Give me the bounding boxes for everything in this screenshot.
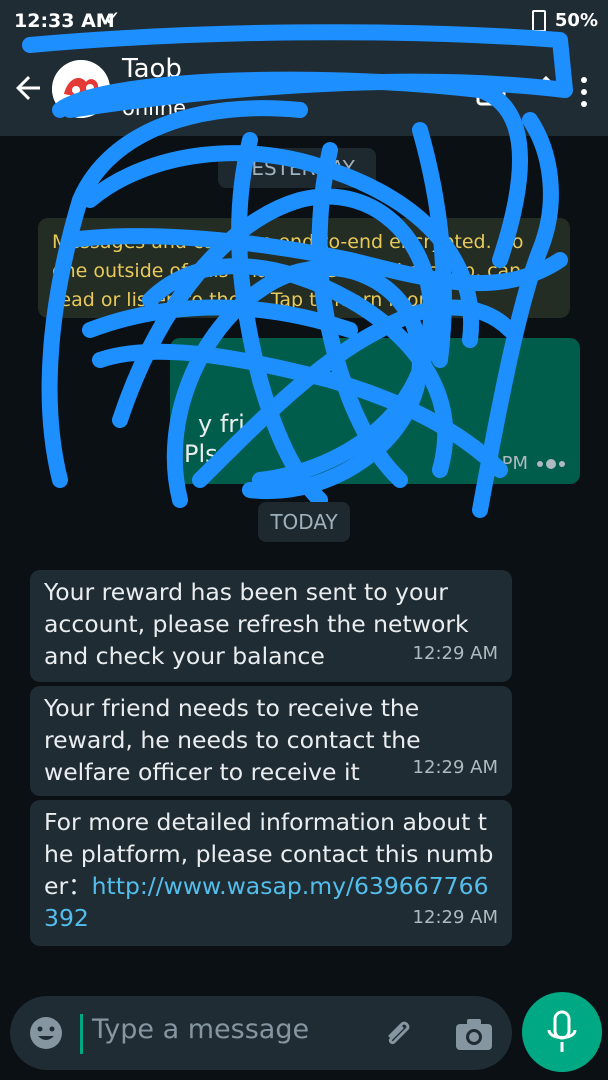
status-time: 12:33 AM	[14, 10, 115, 32]
emoji-icon[interactable]	[28, 1015, 64, 1051]
camera-icon[interactable]	[454, 1016, 494, 1052]
date-chip-today: TODAY	[258, 502, 350, 542]
outgoing-text-2: Pls	[184, 440, 218, 468]
check-icon: ✓	[104, 6, 121, 30]
read-receipt-icon	[537, 459, 565, 469]
message-composer: Type a message	[10, 996, 512, 1070]
contact-name[interactable]: Taob	[122, 54, 182, 84]
paperclip-icon[interactable]	[378, 1014, 418, 1054]
incoming-message-2[interactable]: Your friend needs to receive the reward,…	[30, 686, 512, 796]
status-bar: 12:33 AM ✓ 50%	[0, 0, 608, 44]
outgoing-message[interactable]: y fri Pls PM	[170, 338, 580, 484]
arrow-left-icon[interactable]	[10, 70, 46, 106]
date-chip-yesterday: YESTERDAY	[218, 148, 376, 188]
message-input[interactable]: Type a message	[92, 1014, 309, 1045]
chat-header: Taob online	[0, 44, 608, 136]
message-time: 12:29 AM	[412, 757, 498, 778]
outgoing-text-1: y fri	[198, 410, 245, 438]
message-time: 12:29 AM	[412, 643, 498, 664]
contact-status: online	[122, 96, 187, 120]
message-time: 12:29 AM	[412, 907, 498, 928]
incoming-message-1[interactable]: Your reward has been sent to your accoun…	[30, 570, 512, 682]
outgoing-time: PM	[501, 453, 528, 474]
voice-record-button[interactable]	[522, 992, 602, 1072]
battery-icon	[532, 10, 546, 32]
header-actions[interactable]	[398, 66, 598, 114]
incoming-message-3[interactable]: For more detailed information about the …	[30, 800, 512, 946]
text-cursor	[80, 1014, 83, 1054]
encryption-notice[interactable]: Messages and calls are end-to-end encryp…	[38, 218, 570, 318]
avatar[interactable]	[52, 60, 110, 118]
battery-level: 50%	[554, 10, 598, 31]
microphone-icon	[547, 1010, 577, 1052]
